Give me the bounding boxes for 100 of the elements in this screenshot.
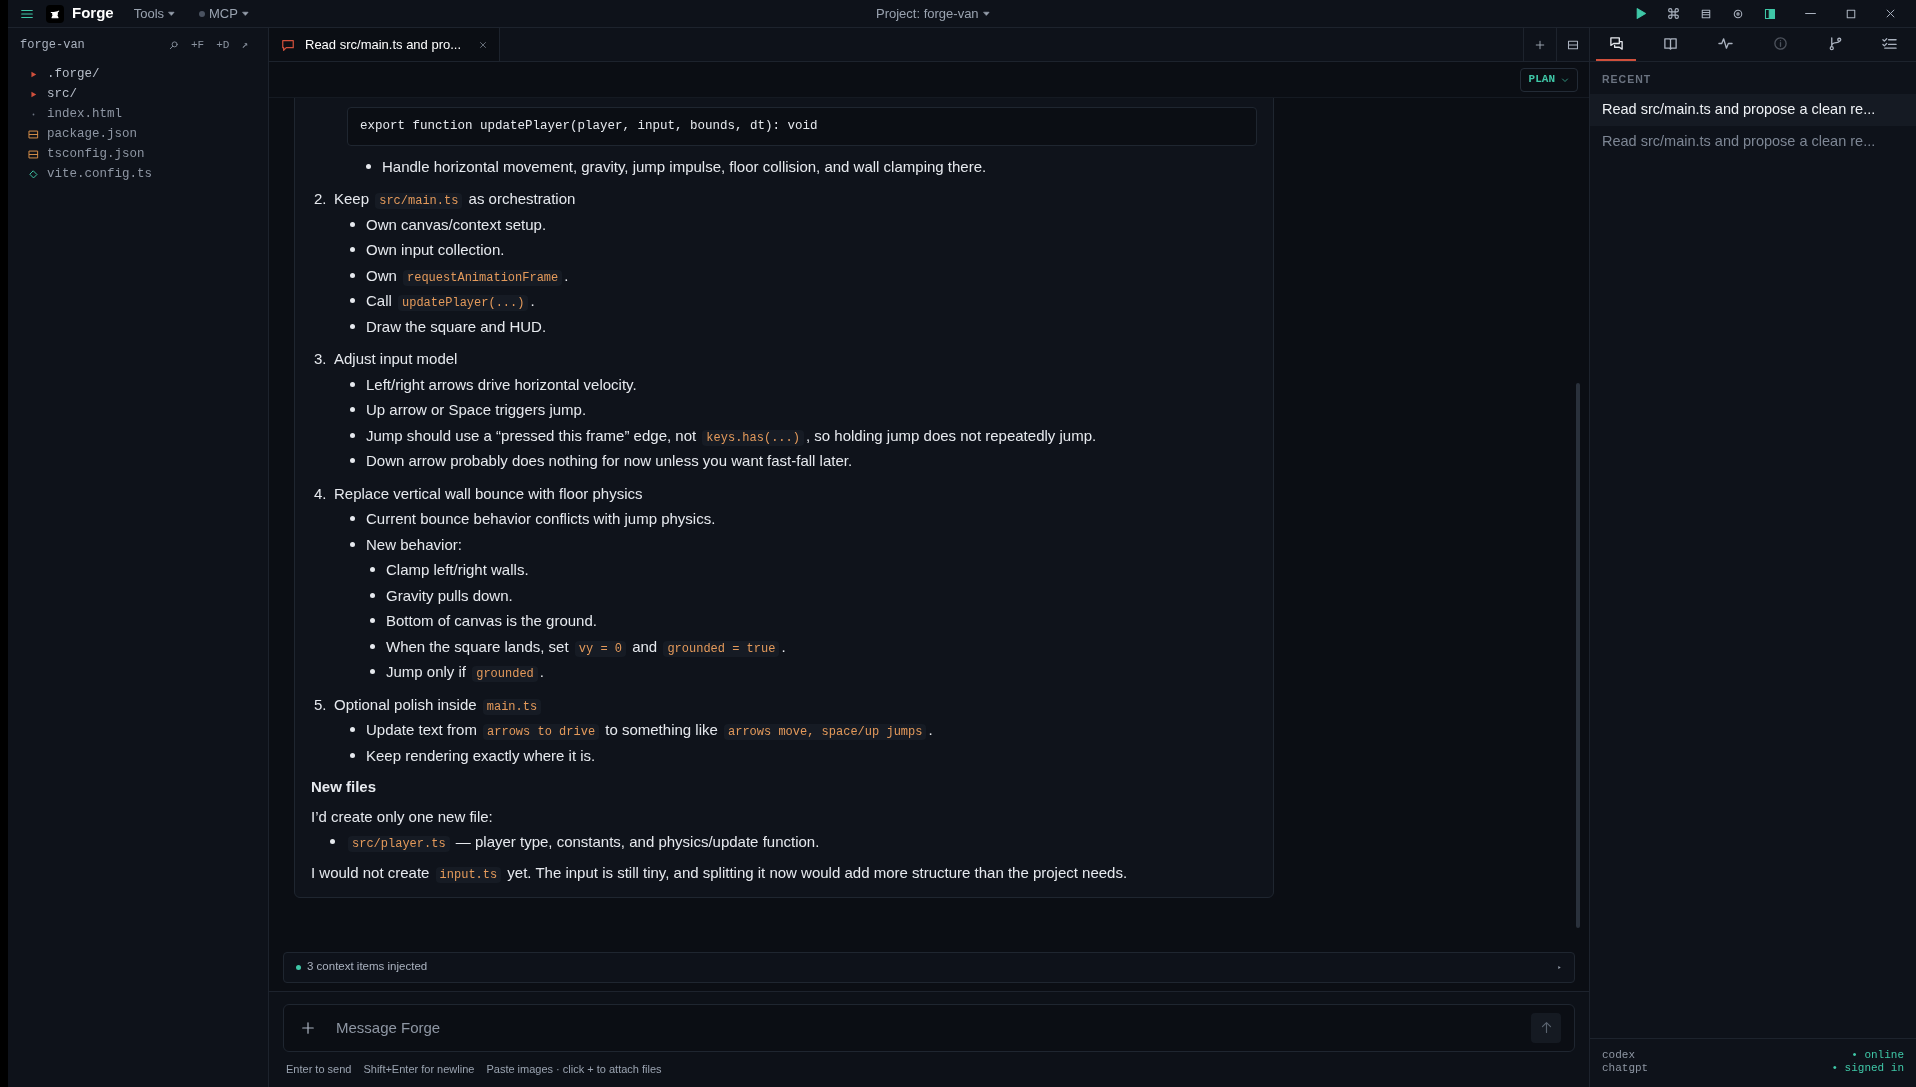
list-item: When the square lands, set vy = 0 and grounded = true .	[386, 636, 786, 659]
menu-button[interactable]: Tools	[133, 3, 176, 24]
service-name: codex	[1602, 1049, 1635, 1062]
step-title: Replace vertical wall bounce with floor physics	[334, 483, 643, 504]
panel-icon[interactable]	[1764, 7, 1776, 20]
hint-text: Enter to send	[286, 1061, 352, 1077]
section-heading: New files	[311, 777, 378, 798]
bullet-icon	[350, 407, 355, 413]
info-icon	[1772, 36, 1788, 51]
list-number: 4.	[314, 483, 328, 504]
split-icon[interactable]	[1567, 38, 1579, 51]
plus-icon[interactable]	[1535, 39, 1545, 50]
tree-item[interactable]: tsconfig.json	[28, 144, 248, 164]
bullet-icon	[370, 567, 375, 573]
list-item: Jump only if grounded .	[386, 662, 544, 685]
list-item: Bottom of canvas is the ground.	[386, 611, 597, 632]
expand-icon	[1557, 964, 1562, 970]
menu-button[interactable]: MCP	[199, 3, 249, 24]
bullet-icon	[350, 298, 355, 304]
tree-item[interactable]: src/	[28, 84, 248, 104]
sidebar-action[interactable]: +F	[190, 36, 205, 54]
bullet-icon	[350, 432, 355, 438]
list-item: Jump should use a “pressed this frame” edge, not keys.has(...) , so holding jump does not repeatedly jump.	[366, 425, 1097, 448]
section-label: RECENT	[1601, 72, 1653, 87]
scrollbar-thumb[interactable]	[1576, 383, 1580, 928]
mode-dropdown[interactable]: PLAN	[1519, 67, 1578, 92]
bullet-icon	[350, 727, 355, 733]
list-item: Gravity pulls down.	[386, 585, 513, 606]
tree-item[interactable]: package.json	[28, 124, 248, 144]
list-item: New behavior:	[366, 534, 462, 555]
project-name: forge-van	[20, 37, 85, 54]
close-icon[interactable]	[1885, 8, 1896, 19]
paragraph: I would not create input.ts yet. The input is still tiny, and splitting it now would add more structure than the project needs.	[311, 862, 1129, 885]
list-item: Draw the square and HUD.	[366, 316, 547, 337]
list-item: Down arrow probably does nothing for now unless you want fast-fall later.	[366, 451, 853, 472]
tree-item[interactable]: .forge/	[28, 64, 248, 84]
list-item: Left/right arrows drive horizontal velocity.	[366, 374, 637, 395]
bullet-icon	[350, 221, 355, 227]
plus-icon[interactable]	[301, 1020, 315, 1035]
bullet-icon	[370, 643, 375, 649]
list-item: Clamp left/right walls.	[386, 560, 529, 581]
app-name: Forge	[72, 3, 114, 24]
chat-icon	[281, 37, 295, 52]
bullet-icon	[370, 592, 375, 598]
list-item: Up arrow or Space triggers jump.	[366, 400, 587, 421]
list-item: Own input collection.	[366, 240, 505, 261]
sidebar-action[interactable]: ↗	[241, 36, 248, 54]
list-item: Current bounce behavior conflicts with jump physics.	[366, 509, 716, 530]
step-title: Adjust input model	[334, 349, 458, 370]
play-icon[interactable]	[1634, 7, 1647, 20]
recent-chat-item[interactable]: Read src/main.ts and propose a clean re...	[1590, 93, 1916, 126]
list-number: 5.	[314, 694, 328, 715]
bullet-icon	[350, 247, 355, 253]
settings-icon[interactable]	[1732, 7, 1744, 20]
checklist-icon	[1882, 36, 1898, 51]
bullet-icon	[350, 381, 355, 387]
bullet-icon	[350, 272, 355, 278]
bullet-icon	[350, 541, 355, 547]
list-item: Keep rendering exactly where it is.	[366, 745, 596, 766]
code-block: export function updatePlayer(player, input, bounds, dt): void	[347, 107, 1257, 146]
project-selector[interactable]: Project: forge-van	[876, 3, 990, 24]
table-icon	[28, 128, 39, 140]
table-icon	[28, 148, 39, 160]
list-item: src/player.ts — player type, constants, and physics/update function.	[346, 829, 820, 855]
list-item: Update text from arrows to drive to something like arrows move, space/up jumps .	[366, 720, 933, 743]
sidebar-action[interactable]: +D	[216, 36, 230, 54]
activity-icon	[1718, 36, 1734, 51]
bullet-icon	[370, 618, 375, 624]
tree-item[interactable]: vite.config.ts	[28, 164, 248, 184]
search-icon[interactable]	[168, 40, 179, 50]
list-item: Handle horizontal movement, gravity, jump impulse, floor collision, and wall clamping there.	[382, 156, 987, 177]
command-icon[interactable]	[1667, 7, 1680, 20]
bullet-icon	[350, 323, 355, 329]
hint-text: Shift+Enter for newline	[363, 1061, 475, 1077]
chat-tab[interactable]: Read src/main.ts and pro...	[269, 28, 501, 61]
maximize-icon[interactable]	[1845, 7, 1857, 20]
arrow-up-icon	[1539, 1021, 1553, 1034]
hint-text: Paste images · click + to attach files	[486, 1061, 662, 1077]
service-name: chatgpt	[1602, 1062, 1649, 1075]
list-icon[interactable]	[1700, 7, 1712, 20]
message-input[interactable]: Message Forge	[283, 1003, 1575, 1052]
diamond-icon	[28, 168, 39, 180]
bullet-icon	[350, 752, 355, 758]
bullet-icon	[350, 458, 355, 464]
chevron-icon	[1561, 75, 1569, 84]
bullet-icon	[370, 669, 375, 675]
service-status: • signed in	[1831, 1062, 1904, 1075]
paragraph: I’d create only one new file:	[311, 807, 494, 828]
list-number: 2.	[314, 189, 328, 210]
bullet-icon	[366, 163, 371, 169]
caret-icon	[241, 10, 249, 17]
tree-item[interactable]: index.html	[28, 104, 248, 124]
close-icon[interactable]	[479, 40, 488, 49]
context-bar[interactable]: 3 context items injected	[283, 951, 1575, 983]
recent-chat-item[interactable]: Read src/main.ts and propose a clean re...	[1590, 125, 1916, 158]
list-number: 3.	[314, 349, 328, 370]
caret-icon	[982, 10, 990, 17]
bullet-icon	[330, 839, 335, 845]
book-icon	[1663, 36, 1679, 51]
bullet-icon	[350, 516, 355, 522]
